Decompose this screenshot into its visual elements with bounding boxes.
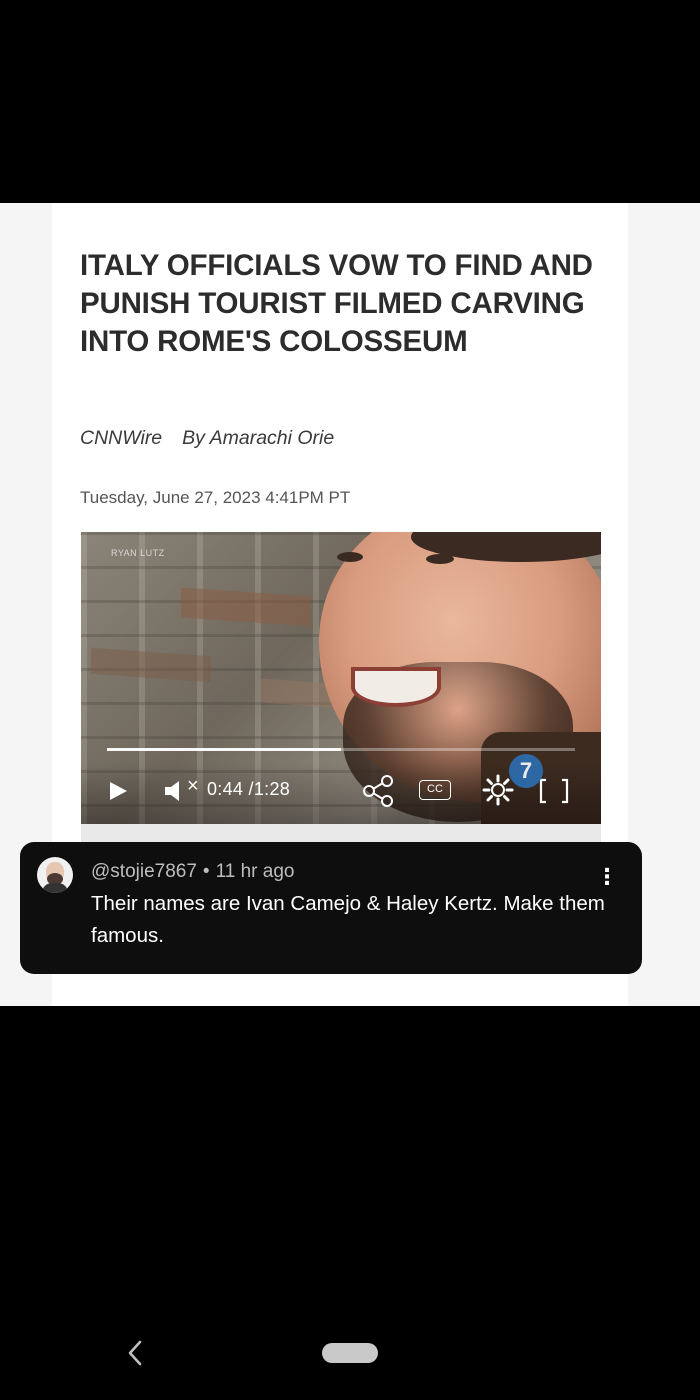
comment-card: @stojie7867 • 11 hr ago Their names are Iv… xyxy=(20,842,642,974)
video-current-time: 0:44 xyxy=(207,779,244,799)
video-progress-fill xyxy=(107,748,341,751)
fullscreen-icon[interactable] xyxy=(537,776,571,806)
navigation-bar xyxy=(0,1006,700,1400)
video-frame-smile xyxy=(351,667,441,707)
comment-time: 11 hr ago xyxy=(215,861,295,882)
article-source[interactable]: CNNWire xyxy=(80,427,162,450)
comment-separator: • xyxy=(202,861,210,882)
video-player[interactable]: RYAN LUTZ × 0:44 /1:28 CC 7 xyxy=(81,532,601,824)
article-author[interactable]: By Amarachi Orie xyxy=(182,427,334,450)
video-time: 0:44 /1:28 xyxy=(207,779,290,800)
byline: CNNWire By Amarachi Orie xyxy=(80,427,334,450)
play-icon[interactable] xyxy=(107,780,129,802)
comment-text: Their names are Ivan Camejo & Haley Kert… xyxy=(91,892,605,947)
closed-captions-icon[interactable]: CC xyxy=(419,780,451,800)
chevron-left-icon[interactable] xyxy=(122,1336,148,1370)
comment-username[interactable]: @stojie7867 xyxy=(91,861,197,882)
speaker-mute-icon[interactable] xyxy=(163,778,189,804)
article-date: Tuesday, June 27, 2023 4:41PM PT xyxy=(80,488,351,507)
more-options-icon[interactable]: ⋮ xyxy=(596,864,618,890)
video-watermark: RYAN LUTZ xyxy=(111,548,165,558)
status-area xyxy=(0,0,700,203)
comment-meta: @stojie7867 • 11 hr ago xyxy=(91,861,294,883)
video-total-time: /1:28 xyxy=(248,779,291,799)
share-icon[interactable] xyxy=(361,774,395,808)
avatar-body xyxy=(42,883,68,893)
home-pill[interactable] xyxy=(322,1343,378,1363)
article-headline: ITALY OFFICIALS VOW TO FIND AND PUNISH T… xyxy=(80,249,593,358)
avatar[interactable] xyxy=(37,857,73,893)
video-progress-bar[interactable] xyxy=(107,748,575,751)
video-frame-eye xyxy=(426,554,454,564)
video-caption-strip xyxy=(81,824,601,844)
video-frame-eye xyxy=(337,552,363,562)
channel-logo: 7 xyxy=(509,754,543,788)
mute-x-mark: × xyxy=(187,775,199,797)
